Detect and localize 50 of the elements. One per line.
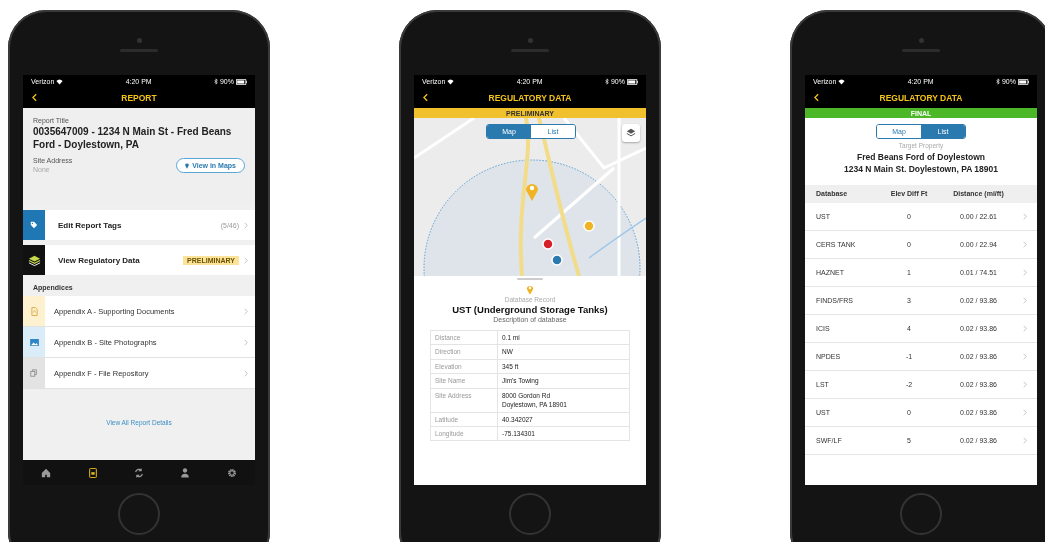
tag-icon	[30, 221, 38, 229]
chevron-right-icon	[1023, 240, 1027, 248]
chevron-right-icon	[1023, 212, 1027, 220]
wifi-icon	[56, 78, 64, 85]
wifi-icon	[447, 78, 455, 85]
screen-title: REPORT	[121, 93, 157, 103]
chevron-right-icon	[1023, 324, 1027, 332]
back-chevron-icon[interactable]	[423, 93, 428, 102]
map-pin-icon	[526, 284, 534, 295]
back-chevron-icon[interactable]	[814, 93, 819, 102]
target-property-name: Fred Beans Ford of Doylestown 1234 N Main St. Doylestown, PA 18901	[843, 152, 999, 176]
pin-icon	[185, 162, 190, 169]
layers-button[interactable]	[622, 124, 640, 142]
refresh-icon[interactable]	[133, 467, 144, 478]
layers-logo-icon	[27, 253, 41, 267]
layers-icon	[626, 128, 636, 138]
files-icon	[30, 369, 38, 377]
person-icon[interactable]	[180, 467, 191, 478]
chevron-right-icon	[1023, 352, 1027, 360]
home-icon[interactable]	[41, 467, 52, 478]
screen-title: REGULATORY DATA	[488, 93, 572, 103]
chevron-right-icon	[244, 307, 248, 315]
chevron-right-icon	[1023, 268, 1027, 276]
bluetooth-icon	[213, 78, 218, 85]
chevron-right-icon	[244, 338, 248, 346]
chevron-right-icon	[244, 221, 248, 229]
drag-handle[interactable]	[517, 278, 543, 280]
row-label: View Regulatory Data	[58, 255, 141, 265]
row-label: Edit Report Tags	[58, 220, 123, 230]
report-title: 0035647009 - 1234 N Main St - Fred Beans Ford - Doylestown, PA	[33, 126, 233, 151]
chevron-right-icon	[244, 256, 248, 264]
record-title: UST (Underground Storage Tanks)	[452, 304, 608, 315]
screen-title: REGULATORY DATA	[879, 93, 963, 103]
map-drawing[interactable]	[414, 118, 646, 276]
settings-icon[interactable]	[226, 467, 237, 478]
chevron-right-icon	[244, 369, 248, 377]
chevron-right-icon	[1023, 436, 1027, 444]
photo-icon	[29, 338, 39, 346]
battery-icon	[627, 78, 638, 85]
document-icon	[30, 306, 38, 316]
battery-icon	[1018, 78, 1029, 85]
battery-icon	[236, 78, 247, 85]
chevron-right-icon	[1023, 296, 1027, 304]
back-chevron-icon[interactable]	[32, 93, 37, 102]
document-icon[interactable]	[87, 467, 98, 478]
chevron-right-icon	[1023, 408, 1027, 416]
bluetooth-icon	[604, 78, 609, 85]
bluetooth-icon	[995, 78, 1000, 85]
chevron-right-icon	[1023, 380, 1027, 388]
wifi-icon	[838, 78, 846, 85]
